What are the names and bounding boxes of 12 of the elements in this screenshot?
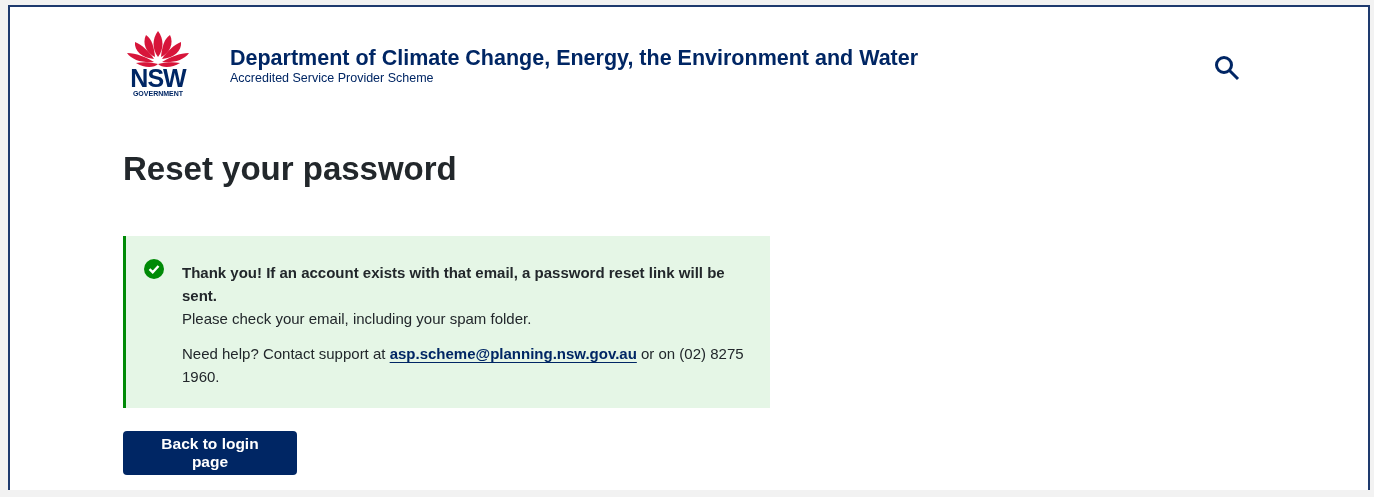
waratah-flower-icon [124,29,192,69]
help-text: Need help? Contact support at asp.scheme@planning.nsw.gov.au or on (02) 8275 1960. [182,344,745,387]
page-title: Reset your password [123,149,458,189]
search-icon[interactable] [1214,55,1240,81]
back-to-login-button[interactable]: Back to login page [123,431,297,475]
department-title: Department of Climate Change, Energy, the Environment and Water [230,45,919,71]
notice-message: Please check your email, including your spam folder. [182,309,533,329]
check-circle-icon [144,259,164,279]
logo-wordmark: NSW [130,67,186,89]
scheme-subtitle: Accredited Service Provider Scheme [230,71,435,86]
support-email-link[interactable]: asp.scheme@planning.nsw.gov.au [389,345,637,362]
notice-heading: Thank you! If an account exists with that email, a password reset link will be sent. [182,263,726,306]
